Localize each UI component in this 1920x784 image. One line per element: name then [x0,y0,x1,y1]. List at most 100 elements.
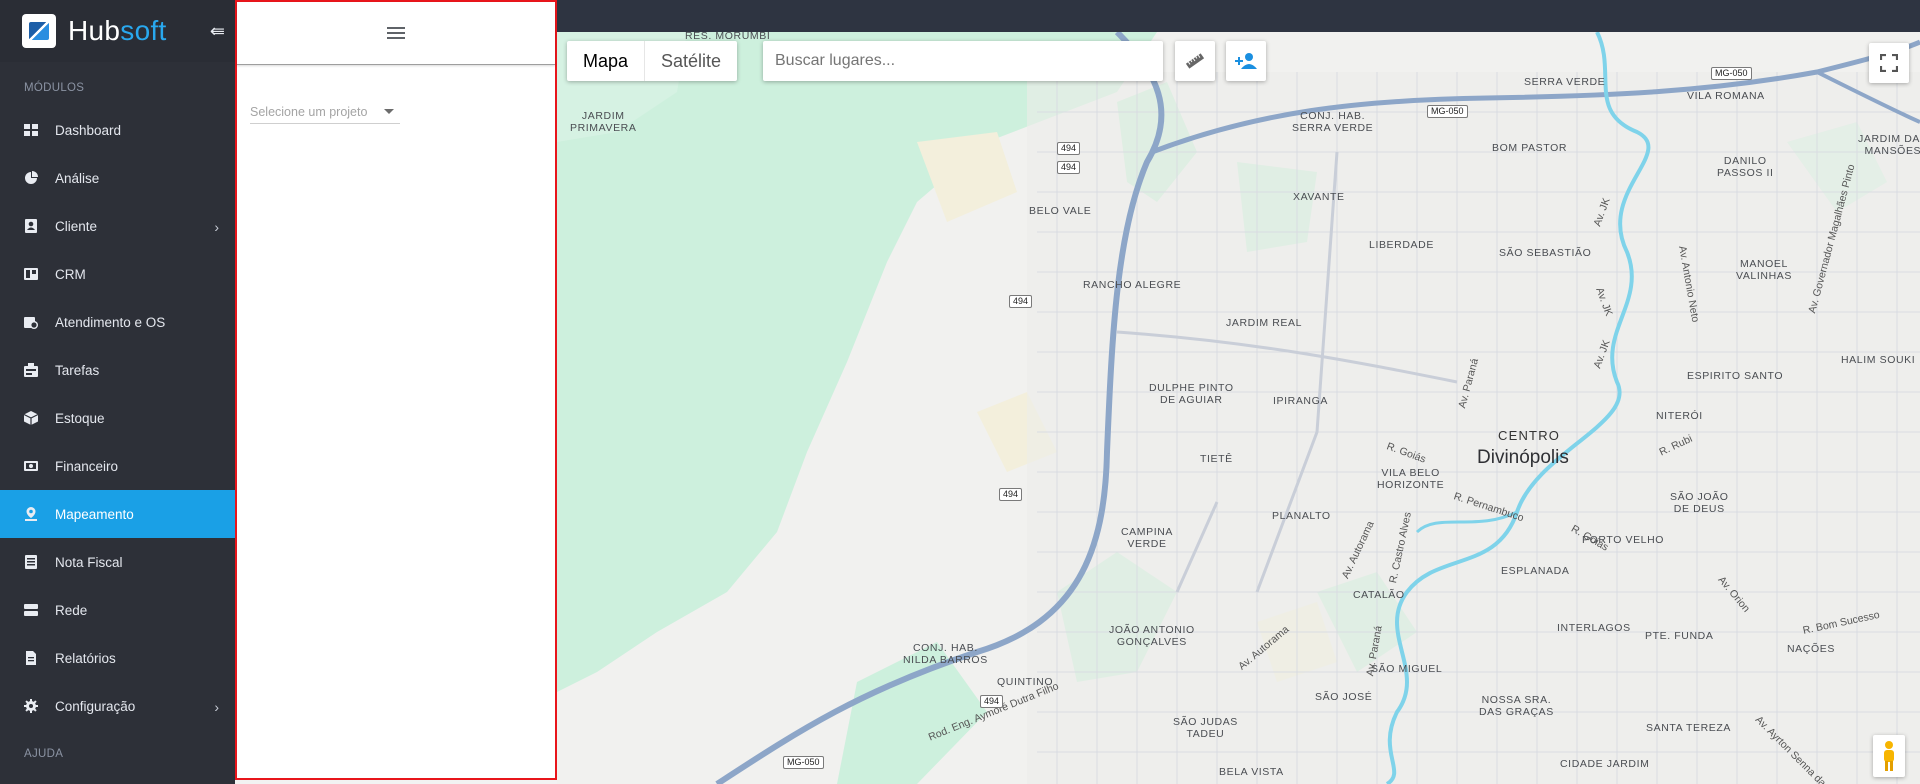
calendar-clock-icon [24,315,38,329]
map-label: LIBERDADE [1369,239,1434,251]
section-label-help: AJUDA [24,748,64,760]
package-icon [24,411,38,425]
sidebar-item-rede[interactable]: Rede [0,586,235,634]
chevron-right-icon: › [214,699,219,715]
sidebar-item-label: Rede [55,602,88,618]
map-label: DULPHE PINTO DE AGUIAR [1149,382,1234,406]
sidebar: Hubsoft ⇚ MÓDULOS Dashboard Análise Clie… [0,0,235,784]
contact-card-icon [24,219,38,233]
map-label: VILA ROMANA [1687,90,1765,102]
map-label: BOM PASTOR [1492,142,1568,154]
sidebar-item-nota-fiscal[interactable]: Nota Fiscal [0,538,235,586]
map-label: RANCHO ALEGRE [1083,279,1182,291]
map-label: HALIM SOUKI [1841,354,1916,366]
task-board-icon [24,363,38,377]
section-label-modules: MÓDULOS [24,82,85,94]
map-pin-icon [24,507,38,521]
brand-name[interactable]: Hubsoft [68,15,167,47]
brand-header: Hubsoft ⇚ [0,0,235,62]
sidebar-menu: Dashboard Análise Cliente › CRM Atendime… [0,106,235,730]
map-label: CATALÃO [1353,589,1405,601]
map-label: NAÇÕES [1787,643,1835,655]
map-label: JOÃO ANTONIO GONÇALVES [1109,624,1195,648]
map-label: MANOEL VALINHAS [1736,258,1792,282]
map-label: CENTRO [1498,428,1561,443]
sidebar-item-tarefas[interactable]: Tarefas [0,346,235,394]
fullscreen-button[interactable] [1869,43,1909,83]
map-label: XAVANTE [1293,191,1345,203]
sidebar-item-crm[interactable]: CRM [0,250,235,298]
city-label: Divinópolis [1477,447,1569,468]
map-label: NITERÓI [1656,410,1703,422]
route-shield: 494 [980,695,1004,708]
map-label: DANILO PASSOS II [1717,155,1774,179]
map-label: SÃO MIGUEL [1371,663,1443,675]
map-base-layer [557,32,1920,784]
map-label: VILA BELO HORIZONTE [1377,467,1445,491]
sidebar-item-financeiro[interactable]: Financeiro [0,442,235,490]
server-icon [24,603,38,617]
route-shield: MG-050 [1427,105,1468,118]
sidebar-item-label: Atendimento e OS [55,314,166,330]
sidebar-item-label: Configuração [55,698,136,714]
receipt-icon [24,555,38,569]
map-label: CAMPINA VERDE [1121,526,1174,550]
hubsoft-logo-icon[interactable] [22,14,56,48]
map-search-input[interactable] [763,41,1163,81]
map-type-map-button[interactable]: Mapa [567,41,646,81]
sidebar-item-cliente[interactable]: Cliente › [0,202,235,250]
sidebar-item-relatorios[interactable]: Relatórios [0,634,235,682]
sidebar-item-dashboard[interactable]: Dashboard [0,106,235,154]
sidebar-item-label: Estoque [55,410,105,426]
map-label: ESPLANADA [1501,565,1570,577]
route-shield: MG-050 [783,756,824,769]
board-icon [24,267,38,281]
map-label: JARDIM REAL [1226,317,1303,329]
fullscreen-icon [1880,54,1898,72]
route-shield: 494 [1057,161,1081,174]
dashboard-icon [24,123,38,137]
sidebar-item-label: Análise [55,170,100,186]
map-label: SERRA VERDE [1524,76,1606,88]
map-label: TIETÊ [1200,453,1233,465]
gear-icon [24,699,38,713]
map-label: BELA VISTA [1219,766,1284,778]
pegman-icon [1884,741,1894,771]
map-label: JARDIM PRIMAVERA [570,110,637,134]
map-label: PLANALTO [1272,510,1331,522]
map-label: IPIRANGA [1273,395,1328,407]
map-label: CONJ. HAB. SERRA VERDE [1292,110,1374,134]
map-canvas[interactable]: RES. MORUMBI JARDIM PRIMAVERA CONJ. HAB.… [557,32,1920,784]
menu-icon[interactable] [387,27,405,39]
map-label: SÃO JOÃO DE DEUS [1670,491,1729,515]
sidebar-item-label: Cliente [55,218,98,234]
map-label: CONJ. HAB. NILDA BARROS [903,642,988,666]
map-type-toggle: Mapa Satélite [567,41,738,81]
route-shield: 494 [999,488,1023,501]
panel-header [237,2,555,65]
route-shield: MG-050 [1711,67,1752,80]
project-select[interactable]: Selecione um projeto [250,100,400,124]
sidebar-item-configuracao[interactable]: Configuração › [0,682,235,730]
add-user-button[interactable] [1226,41,1266,81]
sidebar-item-label: Relatórios [55,650,116,666]
map-label: ESPIRITO SANTO [1687,370,1784,382]
sidebar-item-atendimento[interactable]: Atendimento e OS [0,298,235,346]
sidebar-item-mapeamento[interactable]: Mapeamento [0,490,235,538]
map-type-satellite-button[interactable]: Satélite [645,41,737,81]
brand-name-main: Hub [68,15,121,46]
map-label: JARDIM DAS MANSÕES [1858,133,1920,157]
map-label: SANTA TEREZA [1646,722,1731,734]
pie-chart-icon [24,171,38,185]
street-view-pegman-button[interactable] [1873,735,1905,777]
project-select-placeholder: Selecione um projeto [250,104,368,119]
measure-ruler-button[interactable] [1175,41,1215,81]
map-label: SÃO JUDAS TADEU [1173,716,1238,740]
document-icon [24,651,38,665]
map-label: PTE. FUNDA [1645,630,1714,642]
route-shield: 494 [1009,295,1033,308]
sidebar-item-estoque[interactable]: Estoque [0,394,235,442]
sidebar-item-analise[interactable]: Análise [0,154,235,202]
collapse-sidebar-icon[interactable]: ⇚ [210,22,225,40]
chevron-right-icon: › [214,219,219,235]
